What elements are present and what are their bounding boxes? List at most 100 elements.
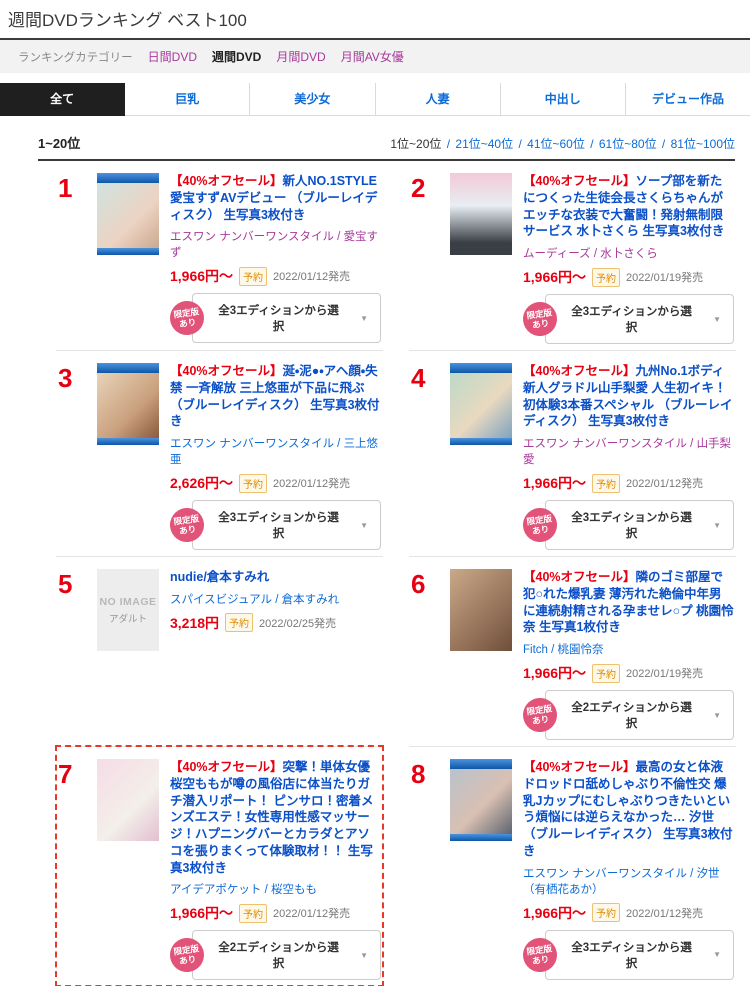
edition-row: 限定版あり 全3エディションから選択▼ xyxy=(170,500,381,550)
limited-badge-line2: あり xyxy=(532,318,550,330)
edition-select-button[interactable]: 全3エディションから選択▼ xyxy=(545,930,734,980)
range-header: 1~20位 1位~20位 / 21位~40位 / 41位~60位 / 61位~8… xyxy=(38,133,735,161)
product-title-link[interactable]: 【40%オフセール】最高の女と体液ドロッドロ舐めしゃぶり不倫性交 爆乳Jカップに… xyxy=(523,759,734,860)
page-title: 週間DVDランキング ベスト100 xyxy=(0,0,750,40)
cover-thumbnail[interactable] xyxy=(450,173,512,255)
item-info: 【40%オフセール】突撃！単体女優桜空ももが噂の風俗店に体当たりガチ潜入リポート… xyxy=(170,759,381,980)
price-line: 1,966円〜 予約 2022/01/19発売 xyxy=(523,663,734,683)
tab-1[interactable]: 巨乳 xyxy=(125,83,250,116)
cover-image xyxy=(450,769,512,834)
reserve-badge: 予約 xyxy=(592,474,620,493)
cover-thumbnail[interactable] xyxy=(97,759,159,841)
category-link-0[interactable]: 日間DVD xyxy=(148,48,197,65)
cover-thumbnail[interactable] xyxy=(97,363,159,445)
range-page-link-4[interactable]: 81位~100位 xyxy=(671,137,735,151)
limited-badge-line2: あり xyxy=(532,524,550,536)
edition-select-button[interactable]: 全3エディションから選択▼ xyxy=(192,293,381,343)
range-page-link-2[interactable]: 41位~60位 xyxy=(527,137,585,151)
ranking-item: 5 NO IMAGE アダルト nudie/倉本すみれ スパイスビジュアル / … xyxy=(56,556,383,746)
edition-select-button[interactable]: 全3エディションから選択▼ xyxy=(545,294,734,344)
bluray-bottom-band-icon xyxy=(97,438,159,445)
bluray-top-band-icon xyxy=(97,173,159,183)
maker-line: エスワン ナンバーワンスタイル / 三上悠亜 xyxy=(170,435,381,467)
range-page-link-1[interactable]: 21位~40位 xyxy=(455,137,513,151)
price: 1,966円〜 xyxy=(170,266,233,286)
rank-number: 5 xyxy=(58,569,86,740)
cover-thumbnail[interactable] xyxy=(97,173,159,255)
product-title-link[interactable]: 【40%オフセール】突撃！単体女優桜空ももが噂の風俗店に体当たりガチ潜入リポート… xyxy=(170,759,381,876)
item-info: 【40%オフセール】新人NO.1STYLE 愛宝すずAVデビュー （ブルーレイデ… xyxy=(170,173,381,344)
price-line: 1,966円〜 予約 2022/01/12発売 xyxy=(523,903,734,923)
maker-actress-separator: / xyxy=(334,438,344,450)
edition-select-button[interactable]: 全3エディションから選択▼ xyxy=(545,500,734,550)
category-link-3[interactable]: 月間AV女優 xyxy=(341,48,404,65)
sale-prefix: 【40%オフセール】 xyxy=(523,174,636,188)
category-link-2[interactable]: 月間DVD xyxy=(276,48,325,65)
maker-link[interactable]: アイデアポケット xyxy=(170,884,261,896)
maker-link[interactable]: エスワン ナンバーワンスタイル xyxy=(523,868,687,880)
reserve-badge: 予約 xyxy=(239,904,267,923)
sale-prefix: 【40%オフセール】 xyxy=(170,174,283,188)
sale-prefix: 【40%オフセール】 xyxy=(523,570,636,584)
maker-link[interactable]: エスワン ナンバーワンスタイル xyxy=(170,438,334,450)
edition-select-button[interactable]: 全2エディションから選択▼ xyxy=(545,690,734,740)
tab-5[interactable]: デビュー作品 xyxy=(626,83,750,116)
sale-prefix: 【40%オフセール】 xyxy=(170,364,283,378)
category-links: 日間DVD 週間DVD 月間DVD 月間AV女優 xyxy=(148,48,404,65)
range-page-link-0: 1位~20位 xyxy=(390,137,441,151)
price: 1,966円〜 xyxy=(523,473,586,493)
maker-link[interactable]: エスワン ナンバーワンスタイル xyxy=(523,438,687,450)
title-text: 突撃！単体女優桜空ももが噂の風俗店に体当たりガチ潜入リポート！ ピンサロ！密着メ… xyxy=(170,760,373,875)
title-text: 最高の女と体液ドロッドロ舐めしゃぶり不倫性交 爆乳Jカップにむしゃぶりつきたいと… xyxy=(523,760,733,858)
title-text: nudie/倉本すみれ xyxy=(170,570,269,584)
product-title-link[interactable]: nudie/倉本すみれ xyxy=(170,569,381,586)
rank-number: 8 xyxy=(411,759,439,980)
edition-row: 限定版あり 全2エディションから選択▼ xyxy=(523,690,734,740)
maker-line: エスワン ナンバーワンスタイル / 愛宝すず xyxy=(170,228,381,260)
limited-badge-line2: あり xyxy=(179,317,197,329)
release-date: 2022/01/19発売 xyxy=(626,665,703,681)
range-separator: / xyxy=(585,137,599,151)
limited-badge-line2: あり xyxy=(532,953,550,965)
maker-link[interactable]: ムーディーズ xyxy=(523,248,591,260)
edition-select-label: 全3エディションから選択 xyxy=(566,303,697,335)
edition-select-button[interactable]: 全3エディションから選択▼ xyxy=(192,500,381,550)
maker-link[interactable]: スパイスビジュアル xyxy=(170,594,272,606)
bluray-bottom-band-icon xyxy=(450,834,512,841)
product-title-link[interactable]: 【40%オフセール】九州No.1ボディ新人グラドル山手梨愛 人生初イキ！初体験3… xyxy=(523,363,734,430)
actress-link[interactable]: 桜空もも xyxy=(271,884,317,896)
range-page-link-3[interactable]: 61位~80位 xyxy=(599,137,657,151)
tab-0[interactable]: 全て xyxy=(0,83,125,116)
reserve-badge: 予約 xyxy=(592,903,620,922)
genre-tabs: 全て巨乳美少女人妻中出しデビュー作品 xyxy=(0,83,750,116)
product-title-link[interactable]: 【40%オフセール】隣のゴミ部屋で犯○れた爆乳妻 薄汚れた絶倫中年男に連続射精さ… xyxy=(523,569,734,636)
item-info: 【40%オフセール】隣のゴミ部屋で犯○れた爆乳妻 薄汚れた絶倫中年男に連続射精さ… xyxy=(523,569,734,740)
category-bar-label: ランキングカテゴリー xyxy=(18,49,133,65)
edition-select-label: 全3エディションから選択 xyxy=(213,509,344,541)
category-link-1[interactable]: 週間DVD xyxy=(212,48,261,65)
product-title-link[interactable]: 【40%オフセール】新人NO.1STYLE 愛宝すずAVデビュー （ブルーレイデ… xyxy=(170,173,381,223)
tab-3[interactable]: 人妻 xyxy=(376,83,501,116)
actress-link[interactable]: 倉本すみれ xyxy=(282,594,340,606)
tab-4[interactable]: 中出し xyxy=(501,83,626,116)
product-title-link[interactable]: 【40%オフセール】ソープ部を新たにつくった生徒会長さくらちゃんがエッチな衣装で… xyxy=(523,173,734,240)
maker-link[interactable]: エスワン ナンバーワンスタイル xyxy=(170,231,334,243)
actress-link[interactable]: 水卜さくら xyxy=(600,248,658,260)
edition-row: 限定版あり 全3エディションから選択▼ xyxy=(170,293,381,343)
price: 1,966円〜 xyxy=(523,267,586,287)
cover-thumbnail[interactable] xyxy=(450,759,512,841)
reserve-badge: 予約 xyxy=(592,664,620,683)
edition-select-label: 全2エディションから選択 xyxy=(566,699,697,731)
edition-row: 限定版あり 全3エディションから選択▼ xyxy=(523,930,734,980)
tab-2[interactable]: 美少女 xyxy=(250,83,375,116)
product-title-link[interactable]: 【40%オフセール】涎・泥●・アヘ顔・失禁 一斉解放 三上悠亜が下品に飛ぶ （ブ… xyxy=(170,363,381,430)
range-separator: / xyxy=(657,137,671,151)
range-pagination: 1位~20位 / 21位~40位 / 41位~60位 / 61位~80位 / 8… xyxy=(390,135,735,152)
edition-select-label: 全3エディションから選択 xyxy=(566,509,697,541)
cover-thumbnail[interactable]: NO IMAGE アダルト xyxy=(97,569,159,651)
maker-line: ムーディーズ / 水卜さくら xyxy=(523,245,734,261)
rank-number: 1 xyxy=(58,173,86,344)
edition-select-button[interactable]: 全2エディションから選択▼ xyxy=(192,930,381,980)
cover-thumbnail[interactable] xyxy=(450,363,512,445)
cover-thumbnail[interactable] xyxy=(450,569,512,651)
